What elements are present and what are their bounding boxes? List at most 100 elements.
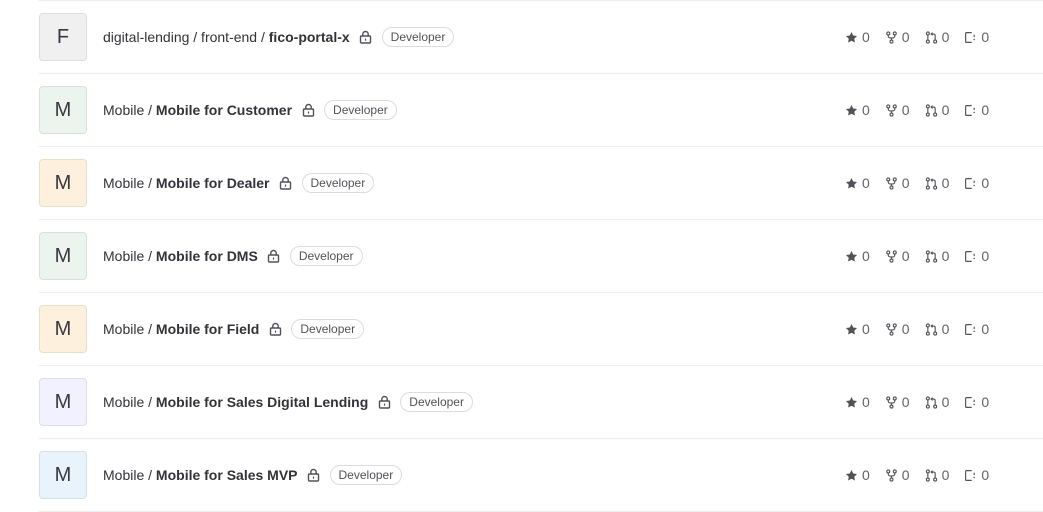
project-title: Mobile / Mobile for Customer Developer — [103, 100, 397, 120]
lock-icon — [268, 321, 282, 337]
merge-request-icon — [925, 322, 937, 336]
stars-count[interactable]: 0 — [845, 248, 870, 264]
issues-count[interactable]: 0 — [964, 394, 989, 410]
role-badge: Developer — [400, 392, 473, 412]
merge-request-icon — [925, 103, 937, 117]
project-name-link[interactable]: Mobile for Sales MVP — [156, 465, 298, 485]
stars-count[interactable]: 0 — [845, 467, 870, 483]
issues-icon — [965, 104, 976, 116]
project-stats: 0 0 0 0 — [845, 439, 1004, 511]
forks-count[interactable]: 0 — [885, 321, 910, 337]
project-namespace[interactable]: Mobile / — [103, 100, 152, 120]
merge-requests-count[interactable]: 0 — [925, 248, 950, 264]
merge-requests-count[interactable]: 0 — [925, 175, 950, 191]
merge-requests-count[interactable]: 0 — [925, 394, 949, 410]
project-row: M Mobile / Mobile for Sales MVP Develope… — [39, 439, 1043, 512]
project-name-link[interactable]: Mobile for Sales Digital Lending — [156, 392, 368, 412]
merge-requests-count[interactable]: 0 — [925, 467, 950, 483]
merge-requests-value: 0 — [941, 467, 950, 483]
project-namespace[interactable]: digital-lending / front-end / — [103, 27, 265, 47]
issues-count[interactable]: 0 — [964, 175, 989, 191]
stars-count[interactable]: 0 — [845, 394, 870, 410]
project-row: M Mobile / Mobile for DMS Developer 0 0 … — [39, 220, 1043, 293]
forks-value: 0 — [901, 102, 910, 118]
forks-value: 0 — [901, 394, 910, 410]
fork-icon — [886, 103, 897, 117]
project-avatar[interactable]: M — [39, 159, 87, 207]
fork-icon — [886, 30, 897, 44]
lock-icon — [301, 102, 315, 118]
issues-count[interactable]: 0 — [964, 321, 989, 337]
stars-value: 0 — [862, 102, 870, 118]
issues-icon — [965, 469, 976, 481]
lock-icon — [279, 175, 293, 191]
issues-count[interactable]: 0 — [964, 248, 989, 264]
merge-request-icon — [925, 30, 937, 44]
project-title: digital-lending / front-end / fico-porta… — [103, 27, 455, 47]
project-avatar[interactable]: M — [39, 232, 87, 280]
project-name-link[interactable]: Mobile for Customer — [156, 100, 292, 120]
star-icon — [845, 31, 858, 43]
merge-requests-count[interactable]: 0 — [925, 29, 950, 45]
forks-count[interactable]: 0 — [885, 248, 910, 264]
project-row: M Mobile / Mobile for Customer Developer… — [39, 74, 1043, 147]
forks-count[interactable]: 0 — [885, 394, 910, 410]
fork-icon — [886, 249, 897, 263]
project-namespace[interactable]: Mobile / — [103, 465, 152, 485]
stars-value: 0 — [862, 29, 870, 45]
stars-count[interactable]: 0 — [845, 29, 870, 45]
project-avatar[interactable]: M — [39, 305, 87, 353]
issues-value: 0 — [981, 248, 990, 264]
fork-icon — [886, 176, 897, 190]
merge-requests-value: 0 — [941, 175, 950, 191]
issues-icon — [965, 177, 976, 189]
issues-value: 0 — [981, 394, 990, 410]
project-avatar[interactable]: M — [39, 86, 87, 134]
project-avatar[interactable]: M — [39, 451, 87, 499]
forks-count[interactable]: 0 — [885, 102, 910, 118]
issues-value: 0 — [981, 175, 990, 191]
merge-requests-value: 0 — [941, 29, 950, 45]
project-name-link[interactable]: Mobile for Dealer — [156, 173, 270, 193]
project-row: M Mobile / Mobile for Field Developer 0 … — [39, 293, 1043, 366]
stars-value: 0 — [862, 321, 870, 337]
merge-requests-value: 0 — [941, 102, 950, 118]
forks-count[interactable]: 0 — [885, 175, 910, 191]
star-icon — [845, 323, 858, 335]
project-title: Mobile / Mobile for Sales MVP Developer — [103, 465, 403, 485]
project-namespace[interactable]: Mobile / — [103, 392, 152, 412]
project-namespace[interactable]: Mobile / — [103, 319, 152, 339]
lock-icon — [359, 29, 373, 45]
star-icon — [845, 177, 858, 189]
project-stats: 0 0 0 0 — [845, 293, 1004, 365]
project-avatar[interactable]: M — [39, 378, 87, 426]
star-icon — [845, 104, 858, 116]
project-name-link[interactable]: fico-portal-x — [269, 27, 350, 47]
stars-count[interactable]: 0 — [845, 175, 870, 191]
issues-value: 0 — [981, 467, 990, 483]
merge-requests-value: 0 — [941, 321, 950, 337]
issues-icon — [965, 31, 976, 43]
project-stats: 0 0 0 0 — [845, 147, 1004, 219]
project-title: Mobile / Mobile for Sales Digital Lendin… — [103, 392, 473, 412]
project-row: F digital-lending / front-end / fico-por… — [39, 0, 1043, 74]
project-avatar[interactable]: F — [39, 13, 87, 61]
issues-count[interactable]: 0 — [964, 467, 989, 483]
issues-count[interactable]: 0 — [964, 29, 989, 45]
star-icon — [845, 469, 858, 481]
merge-requests-count[interactable]: 0 — [925, 321, 950, 337]
issues-count[interactable]: 0 — [964, 102, 989, 118]
merge-requests-count[interactable]: 0 — [925, 102, 950, 118]
project-name-link[interactable]: Mobile for DMS — [156, 246, 258, 266]
project-namespace[interactable]: Mobile / — [103, 173, 152, 193]
merge-requests-value: 0 — [941, 248, 950, 264]
forks-count[interactable]: 0 — [885, 467, 910, 483]
forks-count[interactable]: 0 — [885, 29, 910, 45]
project-stats: 0 0 0 0 — [845, 1, 1004, 73]
issues-value: 0 — [981, 29, 990, 45]
stars-count[interactable]: 0 — [845, 321, 870, 337]
project-name-link[interactable]: Mobile for Field — [156, 319, 259, 339]
project-namespace[interactable]: Mobile / — [103, 246, 152, 266]
stars-count[interactable]: 0 — [845, 102, 870, 118]
forks-value: 0 — [901, 248, 910, 264]
